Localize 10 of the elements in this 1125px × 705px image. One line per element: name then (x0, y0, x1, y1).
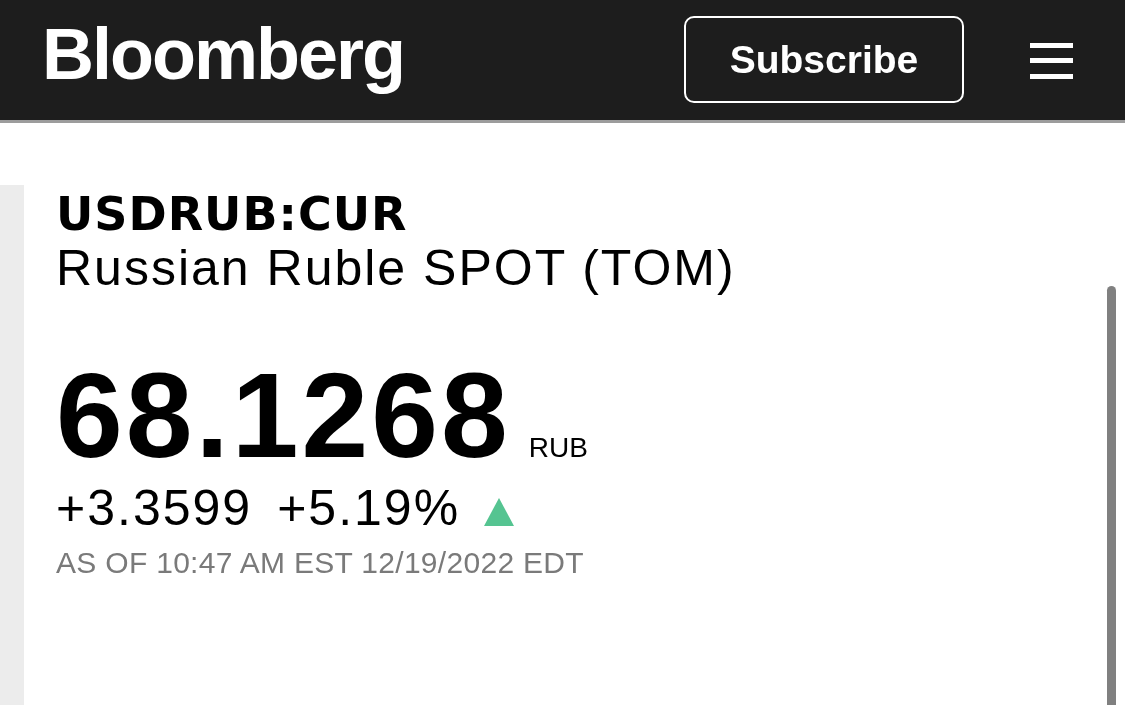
currency-label: RUB (528, 434, 588, 462)
price-change: +3.3599 (56, 483, 253, 533)
percent-change: +5.19% (277, 483, 461, 533)
instrument-name: Russian Ruble SPOT (TOM) (56, 243, 736, 293)
timestamp: AS OF 10:47 AM EST 12/19/2022 EDT (56, 548, 584, 578)
ticker-symbol: USDRUB:CUR (56, 191, 408, 237)
scrollbar-thumb[interactable] (1107, 286, 1116, 705)
subscribe-button[interactable]: Subscribe (684, 16, 964, 103)
price: 68.1268 (56, 355, 511, 475)
menu-icon[interactable] (1030, 41, 1073, 79)
